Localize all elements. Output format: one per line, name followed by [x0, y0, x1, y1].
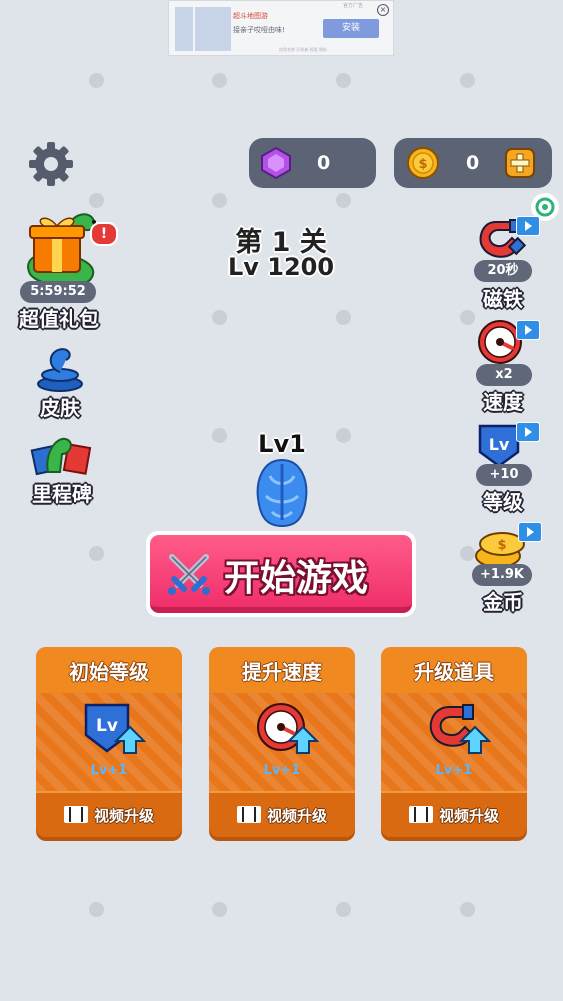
svg-text:$: $ [497, 538, 506, 553]
speed-powerup-button[interactable]: x2 速度 [470, 316, 540, 414]
ad-thumbnail [175, 7, 193, 51]
milestone-button[interactable]: 里程碑 [20, 430, 104, 506]
video-ad-icon [516, 216, 540, 236]
milestone-icon [30, 437, 92, 476]
milestone-label: 里程碑 [32, 482, 92, 506]
upgrade-card-start-level: 初始等级 Lv Lv+1 视频升级 [36, 647, 182, 837]
magnet-value: 20秒 [474, 260, 532, 282]
video-ad-icon [516, 422, 540, 442]
upgrade-card-title: 初始等级 [36, 647, 182, 693]
crossed-swords-icon [168, 554, 210, 595]
video-upgrade-label: 视频升级 [267, 807, 328, 825]
ad-fine-print: 应用名称 开发者 权限 隐私 [279, 47, 327, 52]
ad-close-icon[interactable]: × [377, 4, 389, 16]
player-snake-icon [256, 458, 308, 528]
stage-level: Lv 1200 [227, 253, 335, 281]
upgrade-card-title: 提升速度 [209, 647, 355, 693]
coin-icon: $ [407, 147, 439, 179]
gem-count: 0 [317, 152, 331, 174]
ad-title: 超斗地图游 [233, 12, 268, 20]
level-up-icon: Lv [84, 703, 146, 754]
video-ad-icon [516, 320, 540, 340]
coins-powerup-button[interactable]: $ +1.9K 金币 [470, 520, 546, 618]
snake-skin-icon [37, 348, 83, 392]
start-game-button-face: 开始游戏 [150, 535, 412, 613]
add-coins-button[interactable] [505, 148, 535, 178]
ad-banner[interactable]: 官方广告 超斗地图游 接亲子哎哑由味! 应用名称 开发者 权限 隐私 安装 × [168, 0, 394, 56]
ad-subtitle: 接亲子哎哑由味! [233, 26, 285, 34]
level-up-icon-text: Lv [96, 716, 118, 736]
skin-button[interactable]: 皮肤 [20, 344, 100, 420]
magnet-label: 磁铁 [483, 287, 523, 311]
upgrade-card-level: Lv+1 [90, 763, 128, 778]
skin-label: 皮肤 [40, 396, 80, 420]
video-upgrade-button[interactable]: 视频升级 [381, 791, 527, 837]
settings-button[interactable] [27, 140, 75, 188]
gem-icon [261, 146, 291, 180]
gift-snake-icon [27, 213, 96, 287]
gear-icon [29, 142, 73, 186]
upgrade-card-level: Lv+1 [263, 763, 301, 778]
speed-label: 速度 [483, 390, 523, 414]
coin-count: 0 [466, 152, 480, 174]
svg-text:$: $ [418, 157, 427, 172]
gem-counter: 0 [249, 138, 376, 188]
level-value: +10 [476, 464, 532, 486]
player-level-label: Lv1 [258, 430, 306, 458]
ad-tag: 官方广告 [343, 3, 364, 9]
video-icon [64, 806, 88, 823]
video-upgrade-button[interactable]: 视频升级 [36, 791, 182, 837]
magnet-up-icon [429, 704, 491, 754]
ad-thumbnail [213, 7, 231, 51]
level-powerup-button[interactable]: Lv +10 等级 [470, 418, 540, 516]
coins-value: +1.9K [472, 564, 532, 586]
speed-up-icon [257, 703, 319, 754]
notification-badge-icon: ! [90, 222, 118, 246]
upgrade-card-title: 升级道具 [381, 647, 527, 693]
coin-counter: $ 0 [394, 138, 552, 188]
level-shield-text: Lv [489, 435, 510, 454]
ad-install-button[interactable]: 安装 [323, 19, 379, 38]
plus-icon [510, 153, 530, 173]
gift-label: 超值礼包 [19, 307, 99, 331]
upgrade-card-level: Lv+1 [435, 763, 473, 778]
start-game-label: 开始游戏 [224, 558, 369, 599]
video-ad-icon [518, 522, 542, 542]
video-icon [237, 806, 261, 823]
video-upgrade-button[interactable]: 视频升级 [209, 791, 355, 837]
magnet-powerup-button[interactable]: 20秒 磁铁 [470, 212, 540, 311]
video-icon [409, 806, 433, 823]
video-upgrade-label: 视频升级 [439, 807, 500, 825]
upgrade-card-speed: 提升速度 Lv+1 视频升级 [209, 647, 355, 837]
gift-pack-button[interactable]: ! 5:59:52 超值礼包 [12, 206, 118, 331]
speed-value: x2 [476, 364, 532, 386]
ad-thumbnail [195, 7, 213, 51]
coins-label: 金币 [483, 590, 523, 614]
level-label: 等级 [483, 490, 523, 514]
gift-timer: 5:59:52 [20, 281, 96, 303]
video-upgrade-label: 视频升级 [94, 807, 155, 825]
start-game-button[interactable]: 开始游戏 [146, 531, 416, 617]
upgrade-card-items: 升级道具 Lv+1 视频升级 [381, 647, 527, 837]
